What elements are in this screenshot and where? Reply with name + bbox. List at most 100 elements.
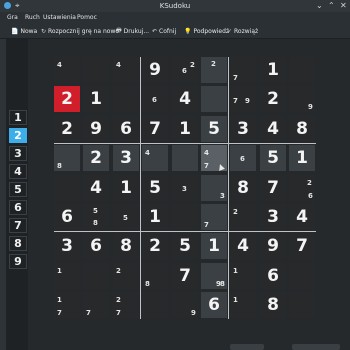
board-cell[interactable]: 9 [83, 116, 109, 142]
number-button-6[interactable]: 6 [9, 200, 27, 215]
board-cell[interactable]: 3 [230, 116, 256, 142]
board-cell[interactable]: 2 [142, 233, 168, 259]
board-cell[interactable]: 4 [113, 57, 139, 83]
menu-gra[interactable]: Gra [7, 12, 18, 24]
board-cell[interactable]: 9 [289, 86, 315, 112]
board-cell[interactable]: 4 [83, 175, 109, 201]
board-cell[interactable]: 6 [201, 292, 227, 318]
bottom-control-right[interactable] [292, 344, 340, 350]
board-cell[interactable]: 2 [260, 86, 286, 112]
board-cell[interactable]: 2 [54, 86, 80, 112]
board-cell[interactable]: 1 [142, 204, 168, 230]
restart-game-button[interactable]: ↻ Rozpocznij grę na nowo [41, 24, 119, 38]
board-cell[interactable]: 7 [201, 204, 227, 230]
number-button-7[interactable]: 7 [9, 218, 27, 233]
board-cell[interactable] [83, 57, 109, 83]
board-cell[interactable]: 2 [230, 204, 256, 230]
board-cell[interactable]: 1 [201, 233, 227, 259]
board-cell[interactable]: 27 [113, 292, 139, 318]
board-cell[interactable]: 26 [289, 175, 315, 201]
board-cell[interactable]: 4 [142, 145, 168, 171]
board-cell[interactable]: 6 [83, 233, 109, 259]
board-cell[interactable]: 1 [83, 86, 109, 112]
board-cell[interactable]: 6 [113, 116, 139, 142]
board-cell[interactable]: 8 [113, 233, 139, 259]
number-button-8[interactable]: 8 [9, 236, 27, 251]
board-cell[interactable]: 8 [260, 292, 286, 318]
board-cell[interactable] [289, 292, 315, 318]
undo-button[interactable]: ↶ Cofnij [152, 24, 176, 38]
board-cell[interactable]: 79 [230, 86, 256, 112]
board-cell[interactable]: 5 [260, 145, 286, 171]
board-cell[interactable]: 9 [142, 57, 168, 83]
board-cell[interactable]: 6 [142, 86, 168, 112]
board-cell[interactable]: 4 [260, 116, 286, 142]
board-cell[interactable]: 6 [230, 145, 256, 171]
board-cell[interactable]: 2 [54, 116, 80, 142]
board-cell[interactable]: 1 [230, 263, 256, 289]
board-cell[interactable] [289, 263, 315, 289]
solve-button[interactable]: ✓ Rozwiąż [227, 24, 258, 38]
number-button-2[interactable]: 2 [9, 128, 27, 143]
board-cell[interactable]: 5 [201, 116, 227, 142]
board-cell[interactable]: 2 [201, 57, 227, 83]
board-cell[interactable]: 9 [172, 292, 198, 318]
board-cell[interactable]: 1 [260, 57, 286, 83]
board-cell[interactable]: 26 [172, 57, 198, 83]
board-cell[interactable]: 3 [113, 145, 139, 171]
board-cell[interactable]: 17 [54, 292, 80, 318]
bottom-control-left[interactable] [230, 344, 264, 350]
board-cell[interactable]: 7 [83, 292, 109, 318]
print-button[interactable]: 🖶 Drukuj... [116, 24, 149, 38]
number-button-3[interactable]: 3 [9, 146, 27, 161]
board-cell[interactable] [113, 86, 139, 112]
board-cell[interactable]: 3 [54, 233, 80, 259]
board-cell[interactable]: 3 [201, 175, 227, 201]
minimize-icon[interactable]: ⌄ [316, 0, 323, 12]
board-cell[interactable]: 58 [83, 204, 109, 230]
board-cell[interactable]: 7 [172, 263, 198, 289]
board-cell[interactable] [83, 263, 109, 289]
board-cell[interactable]: 6 [260, 263, 286, 289]
board-cell[interactable]: 8 [54, 145, 80, 171]
close-icon[interactable]: ✕ [340, 0, 347, 12]
menu-ruch[interactable]: Ruch [25, 12, 40, 24]
number-button-5[interactable]: 5 [9, 182, 27, 197]
board-cell[interactable] [172, 204, 198, 230]
board-cell[interactable]: 9 [260, 233, 286, 259]
board-cell[interactable]: 1 [230, 292, 256, 318]
board-cell[interactable]: 3 [172, 175, 198, 201]
board-cell[interactable]: 2 [83, 145, 109, 171]
board-cell[interactable]: 4 [289, 204, 315, 230]
board-cell[interactable]: 1 [54, 263, 80, 289]
number-button-4[interactable]: 4 [9, 164, 27, 179]
maximize-icon[interactable]: ⌃ [328, 0, 335, 12]
board-cell[interactable]: 4 [54, 57, 80, 83]
board-cell[interactable]: 4 [230, 233, 256, 259]
board-cell[interactable]: 8 [142, 263, 168, 289]
new-game-button[interactable]: 📄 Nowa [11, 24, 37, 38]
board-cell[interactable]: 1 [113, 175, 139, 201]
board-cell[interactable]: 2 [113, 263, 139, 289]
number-button-9[interactable]: 9 [9, 254, 27, 269]
board-cell[interactable]: 7 [230, 57, 256, 83]
board-cell[interactable]: 6 [54, 204, 80, 230]
board-cell[interactable] [54, 175, 80, 201]
menu-ustawienia[interactable]: Ustawienia [43, 12, 76, 24]
board-cell[interactable]: 89 [201, 263, 227, 289]
menu-pomoc[interactable]: Pomoc [77, 12, 97, 24]
board-cell[interactable]: 7 [289, 233, 315, 259]
board-cell[interactable] [142, 292, 168, 318]
board-cell[interactable] [172, 145, 198, 171]
board-cell[interactable] [289, 57, 315, 83]
number-button-1[interactable]: 1 [9, 110, 27, 125]
board-cell[interactable]: 5 [113, 204, 139, 230]
board-cell[interactable]: 1 [289, 145, 315, 171]
board-cell[interactable]: 1 [172, 116, 198, 142]
board-cell[interactable] [201, 86, 227, 112]
hint-button[interactable]: 💡 Podpowiedź [184, 24, 229, 38]
board-cell[interactable]: 4 [172, 86, 198, 112]
board-cell[interactable]: 3 [260, 204, 286, 230]
board-cell[interactable]: 5 [142, 175, 168, 201]
board-cell[interactable]: 5 [172, 233, 198, 259]
